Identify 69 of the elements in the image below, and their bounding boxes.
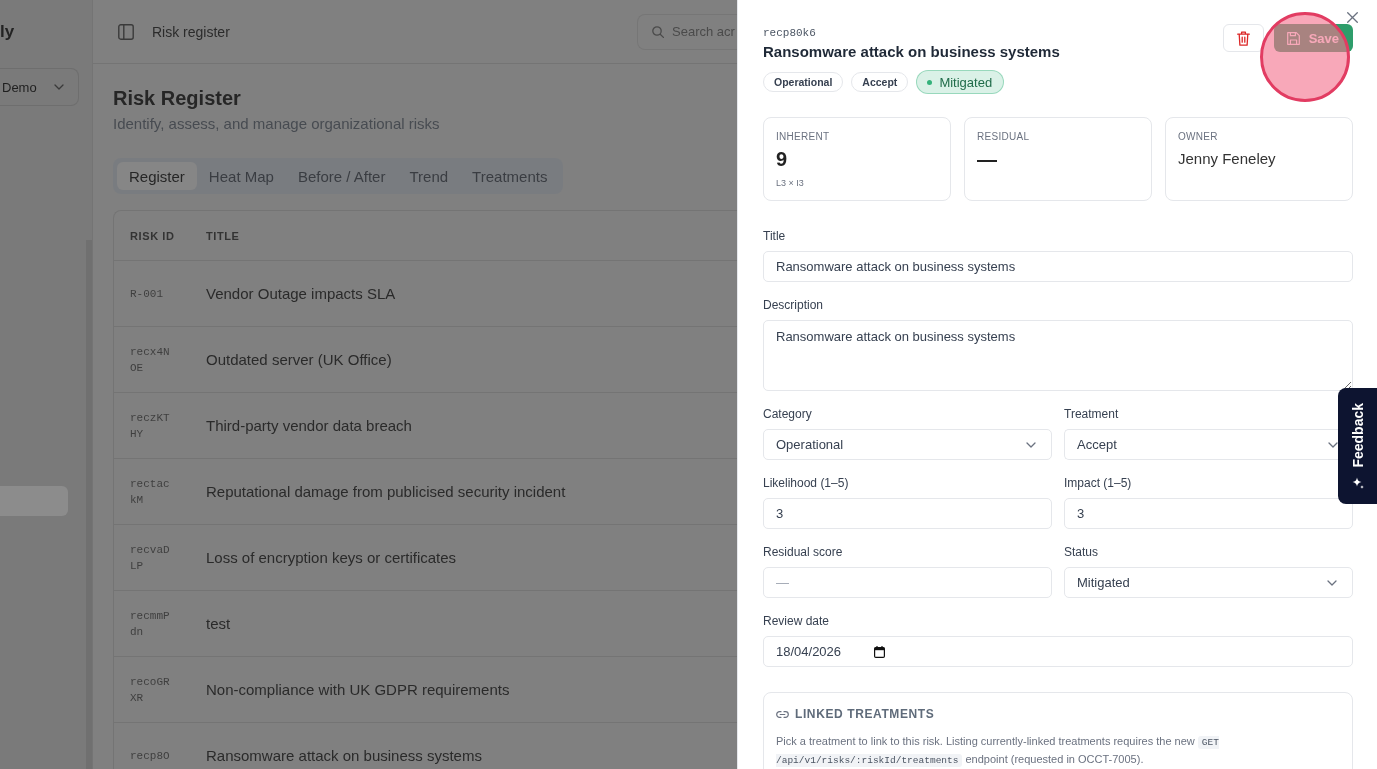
risk-id: R-001: [130, 286, 164, 302]
page-heading: Risk Register: [113, 88, 242, 108]
delete-button[interactable]: [1222, 24, 1264, 52]
risk-id: recoGRXR: [130, 674, 170, 706]
field-label: Likelihood (1–5): [763, 476, 849, 491]
risk-title: Non-compliance with UK GDPR requirements: [206, 681, 510, 698]
field-label: Status: [1064, 545, 1099, 560]
link-icon: [776, 710, 789, 718]
field-label: Residual score: [763, 545, 843, 560]
chevron-down-icon: [1327, 579, 1337, 586]
owner-name: Jenny Feneley: [1178, 149, 1277, 169]
dropdown-select[interactable]: Accept: [1064, 429, 1338, 460]
field-label: Title: [763, 229, 786, 244]
stat-label: OWNER: [1178, 131, 1219, 143]
header-title: Risk register: [152, 23, 230, 40]
risk-title: Outdated server (UK Office): [206, 351, 392, 368]
sidebar-toggle-icon[interactable]: [118, 23, 134, 40]
risk-title: Ransomware attack on business systems: [206, 747, 482, 764]
brand-name: ly: [0, 22, 16, 42]
stat-label: INHERENT: [776, 131, 831, 143]
risk-id: rectackM: [130, 476, 170, 508]
workspace-select[interactable]: Demo: [0, 68, 79, 106]
field-label: Category: [763, 407, 812, 422]
risk-id: recmmPdn: [130, 608, 170, 640]
risk-title: test: [206, 615, 231, 632]
risk-title: Third-party vendor data breach: [206, 417, 412, 434]
field-label: Review date: [763, 614, 830, 629]
column-header: TITLE: [206, 229, 240, 242]
risk-title: Reputational damage from publicised security incident: [206, 483, 566, 500]
section-description: Pick a treatment to link to this risk. Listing currently-linked treatments requires the new GET /api/v1/risks/:riskId/treatments endpoint (requested in OCCT-7005).: [776, 734, 1220, 769]
text-input[interactable]: Ransomware attack on business systems: [763, 251, 1353, 282]
risk-title: Loss of encryption keys or certificates: [206, 549, 457, 566]
score-value: —: [977, 147, 998, 171]
chevron-down-icon: [54, 84, 64, 90]
status-label: Mitigated: [939, 74, 993, 90]
save-icon: [1286, 31, 1300, 45]
trash-icon: [1236, 30, 1250, 46]
text-input[interactable]: —: [763, 567, 1052, 598]
tab[interactable]: Register: [117, 162, 197, 190]
risk-id: recx4NOE: [130, 344, 170, 376]
page-subtitle: Identify, assess, and manage organizational risks: [113, 114, 441, 134]
field-label: Treatment: [1064, 407, 1119, 422]
search-icon: [652, 25, 664, 38]
risk-title: Vendor Outage impacts SLA: [206, 285, 396, 302]
text-input[interactable]: 3: [763, 498, 1052, 529]
section-heading: LINKED TREATMENTS: [795, 707, 935, 721]
close-button[interactable]: [1347, 12, 1358, 23]
feedback-tab[interactable]: Feedback: [1338, 388, 1377, 504]
column-header: RISK ID: [130, 229, 176, 242]
text-input[interactable]: 3: [1064, 498, 1353, 529]
record-id: recp80k6: [763, 26, 817, 40]
close-icon: [1347, 12, 1358, 23]
date-input[interactable]: 18/04/2026: [763, 636, 1353, 667]
dropdown-select[interactable]: Mitigated: [1064, 567, 1353, 598]
risk-id: reczKTHY: [130, 410, 170, 442]
risk-id: recvaDLP: [130, 542, 170, 574]
calendar-icon[interactable]: [874, 645, 886, 658]
field-label: Description: [763, 298, 824, 313]
drawer-title: Ransomware attack on business systems: [763, 42, 1060, 62]
field-label: Impact (1–5): [1064, 476, 1132, 491]
sparkle-icon: [1351, 477, 1364, 490]
chevron-down-icon: [1026, 441, 1036, 448]
score-formula: L3 × I3: [776, 177, 805, 189]
dropdown-select[interactable]: Operational: [763, 429, 1052, 460]
description-textarea[interactable]: Ransomware attack on business systems: [763, 320, 1353, 391]
stat-label: RESIDUAL: [977, 131, 1031, 143]
score-value: 9: [776, 147, 789, 171]
chevron-down-icon: [1328, 441, 1338, 448]
risk-id: recp8O: [130, 748, 170, 764]
